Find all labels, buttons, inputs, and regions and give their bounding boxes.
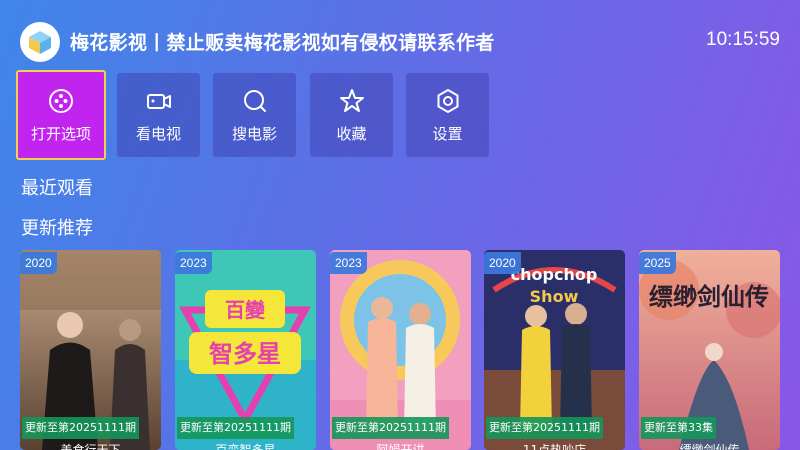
svg-text:智多星: 智多星 [209, 340, 281, 368]
menu-label: 打开选项 [30, 124, 91, 143]
menu-label: 看电视 [135, 124, 181, 143]
svg-text:百變: 百變 [225, 298, 266, 322]
film-reel-icon [49, 88, 73, 113]
video-card[interactable]: chopchop Show 2020 更新至第20251111期 11点热吵店 [484, 250, 625, 450]
section-recommend: 更新推荐 [21, 218, 93, 239]
year-badge: 2020 [484, 252, 521, 274]
video-card[interactable]: 2020 更新至第20251111期 美食行天下 [20, 250, 161, 450]
cube-logo-icon [29, 31, 51, 54]
section-recent: 最近观看 [21, 178, 93, 199]
menu-open-options[interactable]: 打开选项 [16, 70, 106, 160]
menu-favorites[interactable]: 收藏 [310, 73, 393, 157]
menu-label: 搜电影 [231, 124, 277, 143]
update-status: 更新至第33集 [641, 417, 716, 439]
update-status: 更新至第20251111期 [22, 417, 139, 439]
header: 梅花影视丨禁止贩卖梅花影视如有侵权请联系作者 10:15:59 [0, 0, 800, 80]
video-card[interactable]: 2023 更新至第20251111期 阿娟开讲 [330, 250, 471, 450]
menu-watch-tv[interactable]: 看电视 [117, 73, 200, 157]
card-title: 百变智多星 [215, 443, 276, 450]
svg-text:缥缈剑仙传: 缥缈剑仙传 [649, 282, 769, 311]
video-card[interactable]: 百變 智多星 2023 更新至第20251111期 百变智多星 [175, 250, 316, 450]
clock: 10:15:59 [706, 29, 780, 50]
star-icon [339, 88, 364, 112]
update-status: 更新至第20251111期 [486, 417, 603, 439]
app-logo [20, 22, 60, 62]
update-status: 更新至第20251111期 [332, 417, 449, 439]
card-title: 11点热吵店 [522, 443, 587, 450]
search-icon [243, 89, 266, 112]
card-title: 阿娟开讲 [376, 443, 425, 450]
card-title: 美食行天下 [60, 443, 121, 450]
update-status: 更新至第20251111期 [177, 417, 294, 439]
year-badge: 2020 [20, 252, 57, 274]
menu-label: 设置 [432, 124, 463, 143]
menu-settings[interactable]: 设置 [406, 73, 489, 157]
year-badge: 2025 [639, 252, 676, 274]
menu-search-movies[interactable]: 搜电影 [213, 73, 296, 157]
video-card[interactable]: 缥缈剑仙传 2025 更新至第33集 缥缈剑仙传 [639, 250, 780, 450]
svg-text:chopchop: chopchop [511, 265, 598, 284]
card-title: 缥缈剑仙传 [679, 443, 740, 450]
video-camera-icon [146, 93, 171, 109]
year-badge: 2023 [175, 252, 212, 274]
gear-icon [437, 88, 458, 113]
menu-label: 收藏 [336, 124, 367, 143]
year-badge: 2023 [330, 252, 367, 274]
svg-text:Show: Show [530, 287, 579, 306]
app-title: 梅花影视丨禁止贩卖梅花影视如有侵权请联系作者 [70, 32, 495, 54]
